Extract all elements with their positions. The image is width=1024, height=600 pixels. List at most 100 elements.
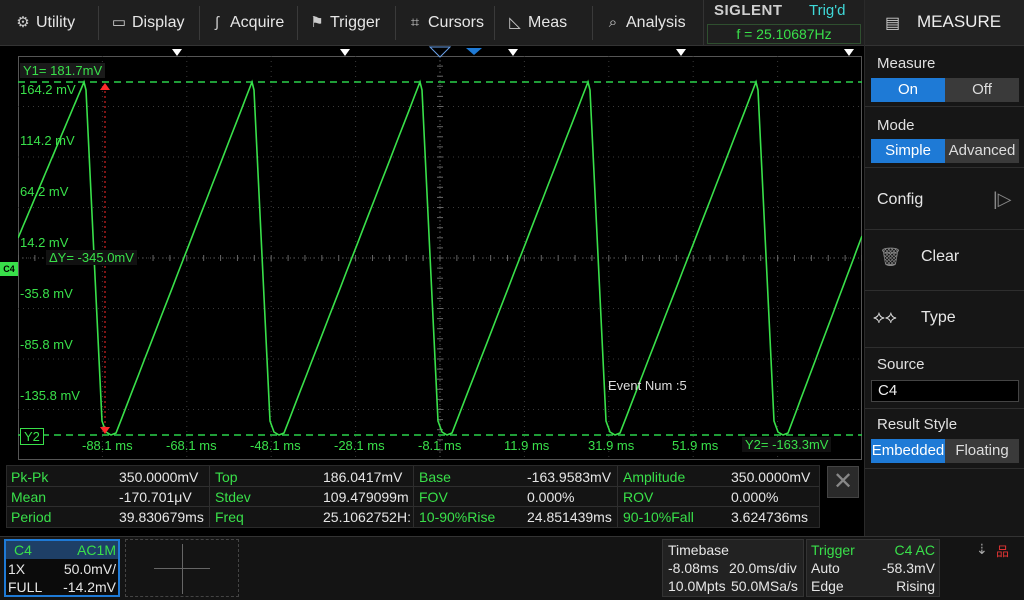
cursors-icon: ⌗ (410, 14, 420, 31)
x-tick-label: 51.9 ms (672, 438, 719, 453)
measurement-value: 0.000% (731, 489, 779, 505)
display-icon: ▭ (111, 14, 127, 31)
measurement-value: 109.479099m (323, 489, 409, 505)
y-tick-label: 114.2 mV (20, 133, 75, 148)
result-style-label: Result Style (877, 416, 958, 433)
period-marker-icon (172, 49, 182, 56)
measure-on-button[interactable]: On (871, 78, 945, 102)
config-button[interactable]: Config |▷ (865, 172, 1024, 228)
network-icon: 品 (996, 544, 1010, 559)
y-tick-label: 14.2 mV (20, 235, 69, 250)
trigger-status: Trig'd (809, 2, 846, 19)
measurement-value: -170.701μV (119, 489, 192, 505)
usb-icon: ⇣ (976, 541, 988, 557)
top-menu-bar: ⚙ Utility ▭ Display ʃ Acquire ⚑ Trigger ⌗ Cur… (0, 0, 864, 46)
trigger-point-marker-icon[interactable] (466, 48, 482, 55)
y-tick-label: 164.2 mV (20, 82, 76, 97)
cursor-y1-label: Y1= 181.7mV (20, 63, 106, 78)
timebase-sample-rate: 50.0MSa/s (731, 578, 798, 594)
measurement-name: Stdev (215, 489, 251, 505)
measurement-value: 24.851439ms (527, 509, 612, 525)
measurement-value: 350.0000mV (731, 469, 811, 485)
add-channel-slot[interactable] (125, 539, 239, 597)
waveform-display[interactable]: Y1= 181.7mV ΔY= -345.0mV Y2 Y2= -163.3mV… (18, 56, 862, 460)
period-marker-icon (508, 49, 518, 56)
x-tick-label: -88.1 ms (82, 438, 133, 453)
measurement-name: Period (11, 509, 52, 525)
timebase-scale: 20.0ms/div (729, 560, 797, 576)
channel-offset-marker[interactable]: C4 (0, 262, 18, 276)
trigger-position-bar (172, 46, 854, 58)
result-floating-button[interactable]: Floating (945, 439, 1019, 463)
utility-icon: ⚙ (16, 14, 30, 31)
timebase-label: Timebase (668, 542, 729, 558)
y-tick-label: -135.8 mV (20, 388, 80, 403)
clear-button[interactable]: 🗑 Clear (865, 229, 1024, 285)
menu-utility[interactable]: ⚙ Utility (14, 0, 75, 46)
trigger-type: Edge (811, 578, 844, 594)
y-tick-label: -35.8 mV (20, 286, 73, 301)
result-embedded-button[interactable]: Embedded (871, 439, 945, 463)
mode-label: Mode (877, 117, 915, 134)
mode-advanced-button[interactable]: Advanced (945, 139, 1019, 163)
period-marker-icon (340, 49, 350, 56)
measurement-name: Amplitude (623, 469, 686, 485)
channel-bandwidth: FULL (8, 579, 43, 595)
trigger-mode: Auto (811, 560, 840, 576)
mode-toggle: Simple Advanced (871, 139, 1019, 163)
menu-display[interactable]: ▭ Display (110, 0, 185, 46)
measure-off-button[interactable]: Off (945, 78, 1019, 102)
measure-toggle: On Off (871, 78, 1019, 102)
source-select[interactable]: C4 (871, 380, 1019, 402)
timebase-delay: -8.08ms (668, 560, 719, 576)
status-box: SIGLENT Trig'd f = 25.10687Hz (703, 0, 864, 46)
x-tick-label: -8.1 ms (418, 438, 462, 453)
menu-acquire[interactable]: ʃ Acquire (208, 0, 284, 46)
mode-simple-button[interactable]: Simple (871, 139, 945, 163)
x-tick-label: 11.9 ms (504, 438, 550, 453)
measurement-name: Mean (11, 489, 47, 505)
measurement-name: Base (419, 469, 451, 485)
trigger-level: -58.3mV (882, 560, 935, 576)
trigger-frequency: f = 25.10687Hz (707, 24, 861, 44)
period-marker-icon (676, 49, 686, 56)
cursor-y2-tag[interactable]: Y2 (20, 428, 44, 445)
measurement-value: 0.000% (527, 489, 575, 505)
measurement-name: Top (215, 469, 238, 485)
channel-4-info[interactable]: C4 AC1M 1X 50.0mV/ FULL -14.2mV (4, 539, 120, 597)
timebase-info[interactable]: Timebase -8.08ms 20.0ms/div 10.0Mpts 50.… (662, 539, 804, 597)
measure-panel: ▤ MEASURE Measure On Off Mode Simple Adv… (864, 0, 1024, 536)
waveform-svg (18, 56, 862, 460)
measurement-value: 186.0417mV (323, 469, 403, 485)
measurement-name: 10-90%Rise (419, 509, 496, 525)
trigger-delay-marker-icon[interactable] (428, 46, 452, 58)
result-style-toggle: Embedded Floating (871, 439, 1019, 463)
menu-cursors[interactable]: ⌗ Cursors (406, 0, 484, 46)
close-measurements-icon[interactable]: ✕ (827, 466, 859, 498)
timebase-memory: 10.0Mpts (668, 578, 726, 594)
y-tick-label: -85.8 mV (20, 337, 73, 352)
menu-analysis[interactable]: ⌕ Analysis (604, 0, 686, 46)
source-label: Source (877, 356, 925, 373)
type-button[interactable]: ⟡⟡ Type (865, 290, 1024, 346)
channel-offset: -14.2mV (63, 579, 116, 595)
measurement-name: ROV (623, 489, 654, 505)
channel-probe: 1X (8, 561, 26, 577)
measurement-name: Pk-Pk (11, 469, 49, 485)
measure-menu-icon: ▤ (885, 15, 901, 32)
measurement-name: 90-10%Fall (623, 509, 694, 525)
measure-label: Measure (877, 55, 936, 72)
trigger-info[interactable]: Trigger C4 AC Auto -58.3mV Edge Rising (806, 539, 940, 597)
submenu-arrow-icon: |▷ (993, 189, 1012, 209)
menu-trigger[interactable]: ⚑ Trigger (308, 0, 380, 46)
channel-scale: 50.0mV/ (63, 561, 116, 577)
x-tick-label: -48.1 ms (250, 438, 301, 453)
menu-meas[interactable]: ◺ Meas (506, 0, 567, 46)
measurement-value: 25.1062752H: (323, 509, 411, 525)
y-tick-label: 64.2 mV (20, 184, 69, 199)
trigger-label: Trigger (811, 542, 855, 558)
measurement-name: FOV (419, 489, 448, 505)
acquire-icon: ʃ (215, 14, 219, 31)
trigger-slope: Rising (896, 578, 935, 594)
measurement-table: Pk-Pk 350.0000mV Top 186.0417mV Base -163.958… (6, 465, 820, 528)
